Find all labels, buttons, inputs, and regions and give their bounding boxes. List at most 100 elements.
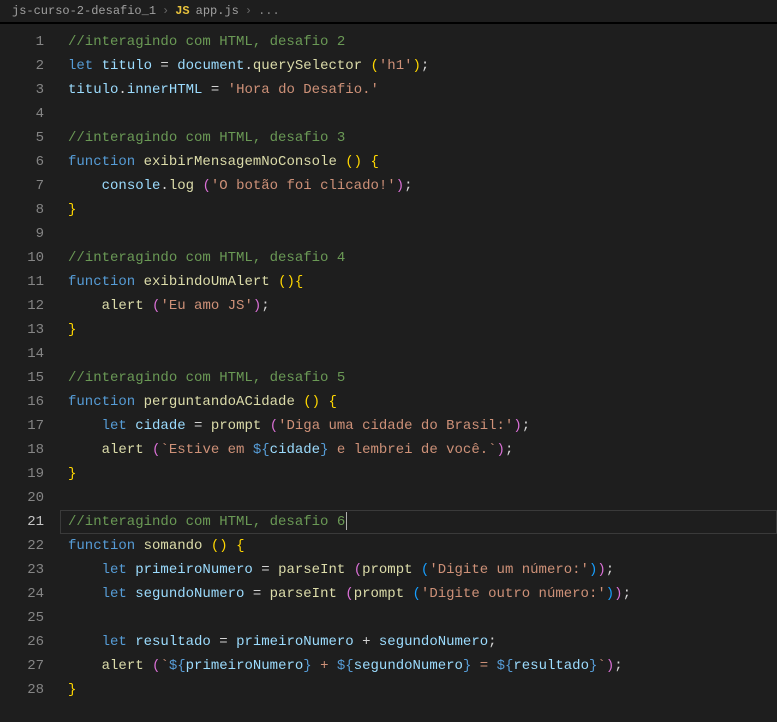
code-line[interactable] <box>60 606 777 630</box>
code-line[interactable]: //interagindo com HTML, desafio 4 <box>60 246 777 270</box>
code-token: ; <box>623 586 631 602</box>
code-token: ) <box>606 658 614 674</box>
code-token: ; <box>505 442 513 458</box>
code-token: ) <box>413 58 421 74</box>
code-editor[interactable]: 1234567891011121314151617181920212223242… <box>0 24 777 722</box>
code-token: = <box>186 418 211 434</box>
code-line[interactable]: let cidade = prompt ('Diga uma cidade do… <box>60 414 777 438</box>
code-line[interactable] <box>60 486 777 510</box>
code-token: ( <box>202 178 210 194</box>
code-line[interactable]: function exibirMensagemNoConsole () { <box>60 150 777 174</box>
code-token: } <box>68 682 76 698</box>
code-token: + <box>312 658 337 674</box>
code-token: { <box>236 538 244 554</box>
code-token: ) <box>219 538 227 554</box>
code-line[interactable]: //interagindo com HTML, desafio 6 <box>60 510 777 534</box>
code-token: let <box>102 562 136 578</box>
code-token: } <box>68 466 76 482</box>
code-line[interactable]: } <box>60 462 777 486</box>
code-token: exibirMensagemNoConsole <box>144 154 337 170</box>
code-token: ( <box>303 394 311 410</box>
breadcrumb[interactable]: js-curso-2-desafio_1 › JS app.js › ... <box>0 0 777 24</box>
code-token: } <box>320 442 328 458</box>
code-line[interactable]: alert (`${primeiroNumero} + ${segundoNum… <box>60 654 777 678</box>
code-token: = <box>211 634 236 650</box>
code-line[interactable]: let primeiroNumero = parseInt (prompt ('… <box>60 558 777 582</box>
js-file-icon: JS <box>175 4 189 18</box>
code-line[interactable]: //interagindo com HTML, desafio 5 <box>60 366 777 390</box>
breadcrumb-symbol[interactable]: ... <box>258 4 280 18</box>
code-line[interactable]: function perguntandoACidade () { <box>60 390 777 414</box>
line-number: 14 <box>8 342 44 366</box>
code-token: function <box>68 394 144 410</box>
code-token <box>295 394 303 410</box>
code-token: querySelector <box>253 58 362 74</box>
code-token: ) <box>597 562 605 578</box>
code-line[interactable]: alert (`Estive em ${cidade} e lembrei de… <box>60 438 777 462</box>
code-line[interactable]: alert ('Eu amo JS'); <box>60 294 777 318</box>
code-token: titulo <box>68 82 118 98</box>
code-line[interactable]: //interagindo com HTML, desafio 2 <box>60 30 777 54</box>
code-token: resultado <box>135 634 211 650</box>
code-line[interactable]: } <box>60 198 777 222</box>
code-token: = <box>152 58 177 74</box>
code-token: ${ <box>497 658 514 674</box>
code-token <box>202 538 210 554</box>
line-number: 23 <box>8 558 44 582</box>
code-line[interactable]: } <box>60 678 777 702</box>
code-token: ) <box>606 586 614 602</box>
line-number: 6 <box>8 150 44 174</box>
code-token: 'O botão foi clicado!' <box>211 178 396 194</box>
code-line[interactable]: let segundoNumero = parseInt (prompt ('D… <box>60 582 777 606</box>
code-token: } <box>303 658 311 674</box>
code-line[interactable]: titulo.innerHTML = 'Hora do Desafio.' <box>60 78 777 102</box>
code-line[interactable]: console.log ('O botão foi clicado!'); <box>60 174 777 198</box>
code-token: let <box>102 634 136 650</box>
code-token: prompt <box>211 418 261 434</box>
code-token: ) <box>286 274 294 290</box>
code-token: //interagindo com HTML, desafio 4 <box>68 250 345 266</box>
code-token: ( <box>354 562 362 578</box>
code-token: //interagindo com HTML, desafio 6 <box>68 514 345 530</box>
line-number: 3 <box>8 78 44 102</box>
code-line[interactable]: let resultado = primeiroNumero + segundo… <box>60 630 777 654</box>
code-token: 'h1' <box>379 58 413 74</box>
code-token <box>261 418 269 434</box>
code-line[interactable] <box>60 342 777 366</box>
indent <box>68 610 102 626</box>
code-token: `Estive em <box>160 442 252 458</box>
code-token <box>228 538 236 554</box>
code-token: segundoNumero <box>379 634 488 650</box>
line-number: 28 <box>8 678 44 702</box>
code-token: log <box>169 178 194 194</box>
code-token: 'Hora do Desafio.' <box>228 82 379 98</box>
line-number: 25 <box>8 606 44 630</box>
code-line[interactable] <box>60 222 777 246</box>
code-area[interactable]: //interagindo com HTML, desafio 2let tit… <box>60 24 777 722</box>
line-number: 24 <box>8 582 44 606</box>
code-token: perguntandoACidade <box>144 394 295 410</box>
code-token: { <box>295 274 303 290</box>
line-number: 2 <box>8 54 44 78</box>
breadcrumb-folder[interactable]: js-curso-2-desafio_1 <box>12 4 156 18</box>
breadcrumb-file[interactable]: app.js <box>196 4 239 18</box>
code-line[interactable]: let titulo = document.querySelector ('h1… <box>60 54 777 78</box>
code-token: resultado <box>513 658 589 674</box>
code-line[interactable]: //interagindo com HTML, desafio 3 <box>60 126 777 150</box>
code-line[interactable]: function exibindoUmAlert (){ <box>60 270 777 294</box>
line-number: 21 <box>8 510 44 534</box>
line-number: 16 <box>8 390 44 414</box>
code-token: segundoNumero <box>135 586 244 602</box>
code-line[interactable] <box>60 102 777 126</box>
code-token: titulo <box>102 58 152 74</box>
code-token: segundoNumero <box>354 658 463 674</box>
line-number: 26 <box>8 630 44 654</box>
code-token: } <box>68 322 76 338</box>
code-token: parseInt <box>278 562 345 578</box>
code-token: ( <box>211 538 219 554</box>
code-line[interactable]: function somando () { <box>60 534 777 558</box>
code-token: { <box>328 394 336 410</box>
code-line[interactable]: } <box>60 318 777 342</box>
code-token: { <box>370 154 378 170</box>
code-token: = <box>202 82 227 98</box>
